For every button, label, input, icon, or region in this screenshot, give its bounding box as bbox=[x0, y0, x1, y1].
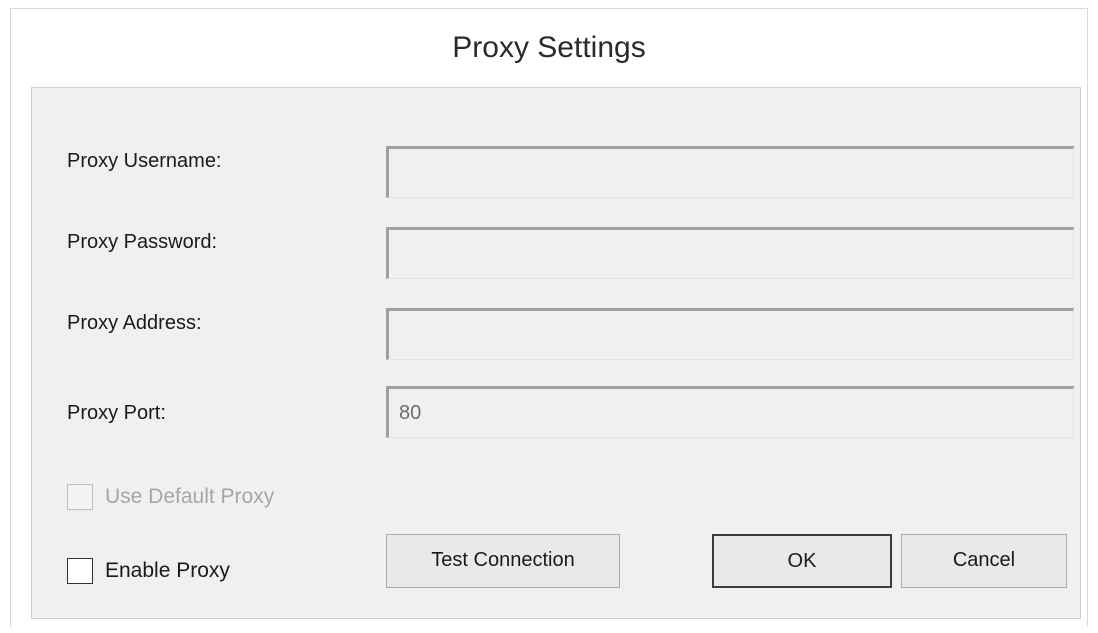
proxy-address-input[interactable] bbox=[386, 308, 1074, 360]
proxy-password-input[interactable] bbox=[386, 227, 1074, 279]
cancel-button[interactable]: Cancel bbox=[901, 534, 1067, 588]
ok-button[interactable]: OK bbox=[712, 534, 892, 588]
enable-proxy-checkbox[interactable]: Enable Proxy bbox=[67, 558, 230, 584]
proxy-username-label: Proxy Username: bbox=[67, 150, 222, 172]
proxy-port-input[interactable] bbox=[386, 386, 1074, 438]
use-default-proxy-checkbox[interactable]: Use Default Proxy bbox=[67, 484, 274, 510]
proxy-username-input[interactable] bbox=[386, 146, 1074, 198]
use-default-proxy-box[interactable] bbox=[67, 484, 93, 510]
proxy-settings-dialog: Proxy Settings Proxy Username: Proxy Pas… bbox=[10, 8, 1088, 627]
settings-panel: Proxy Username: Proxy Password: Proxy Ad… bbox=[31, 87, 1081, 619]
proxy-password-label: Proxy Password: bbox=[67, 231, 218, 253]
proxy-address-label: Proxy Address: bbox=[67, 312, 202, 334]
enable-proxy-box[interactable] bbox=[67, 558, 93, 584]
dialog-title: Proxy Settings bbox=[452, 31, 646, 64]
test-connection-button[interactable]: Test Connection bbox=[386, 534, 620, 588]
proxy-port-label: Proxy Port: bbox=[67, 402, 166, 424]
use-default-proxy-label: Use Default Proxy bbox=[105, 485, 275, 508]
enable-proxy-label: Enable Proxy bbox=[105, 559, 230, 582]
